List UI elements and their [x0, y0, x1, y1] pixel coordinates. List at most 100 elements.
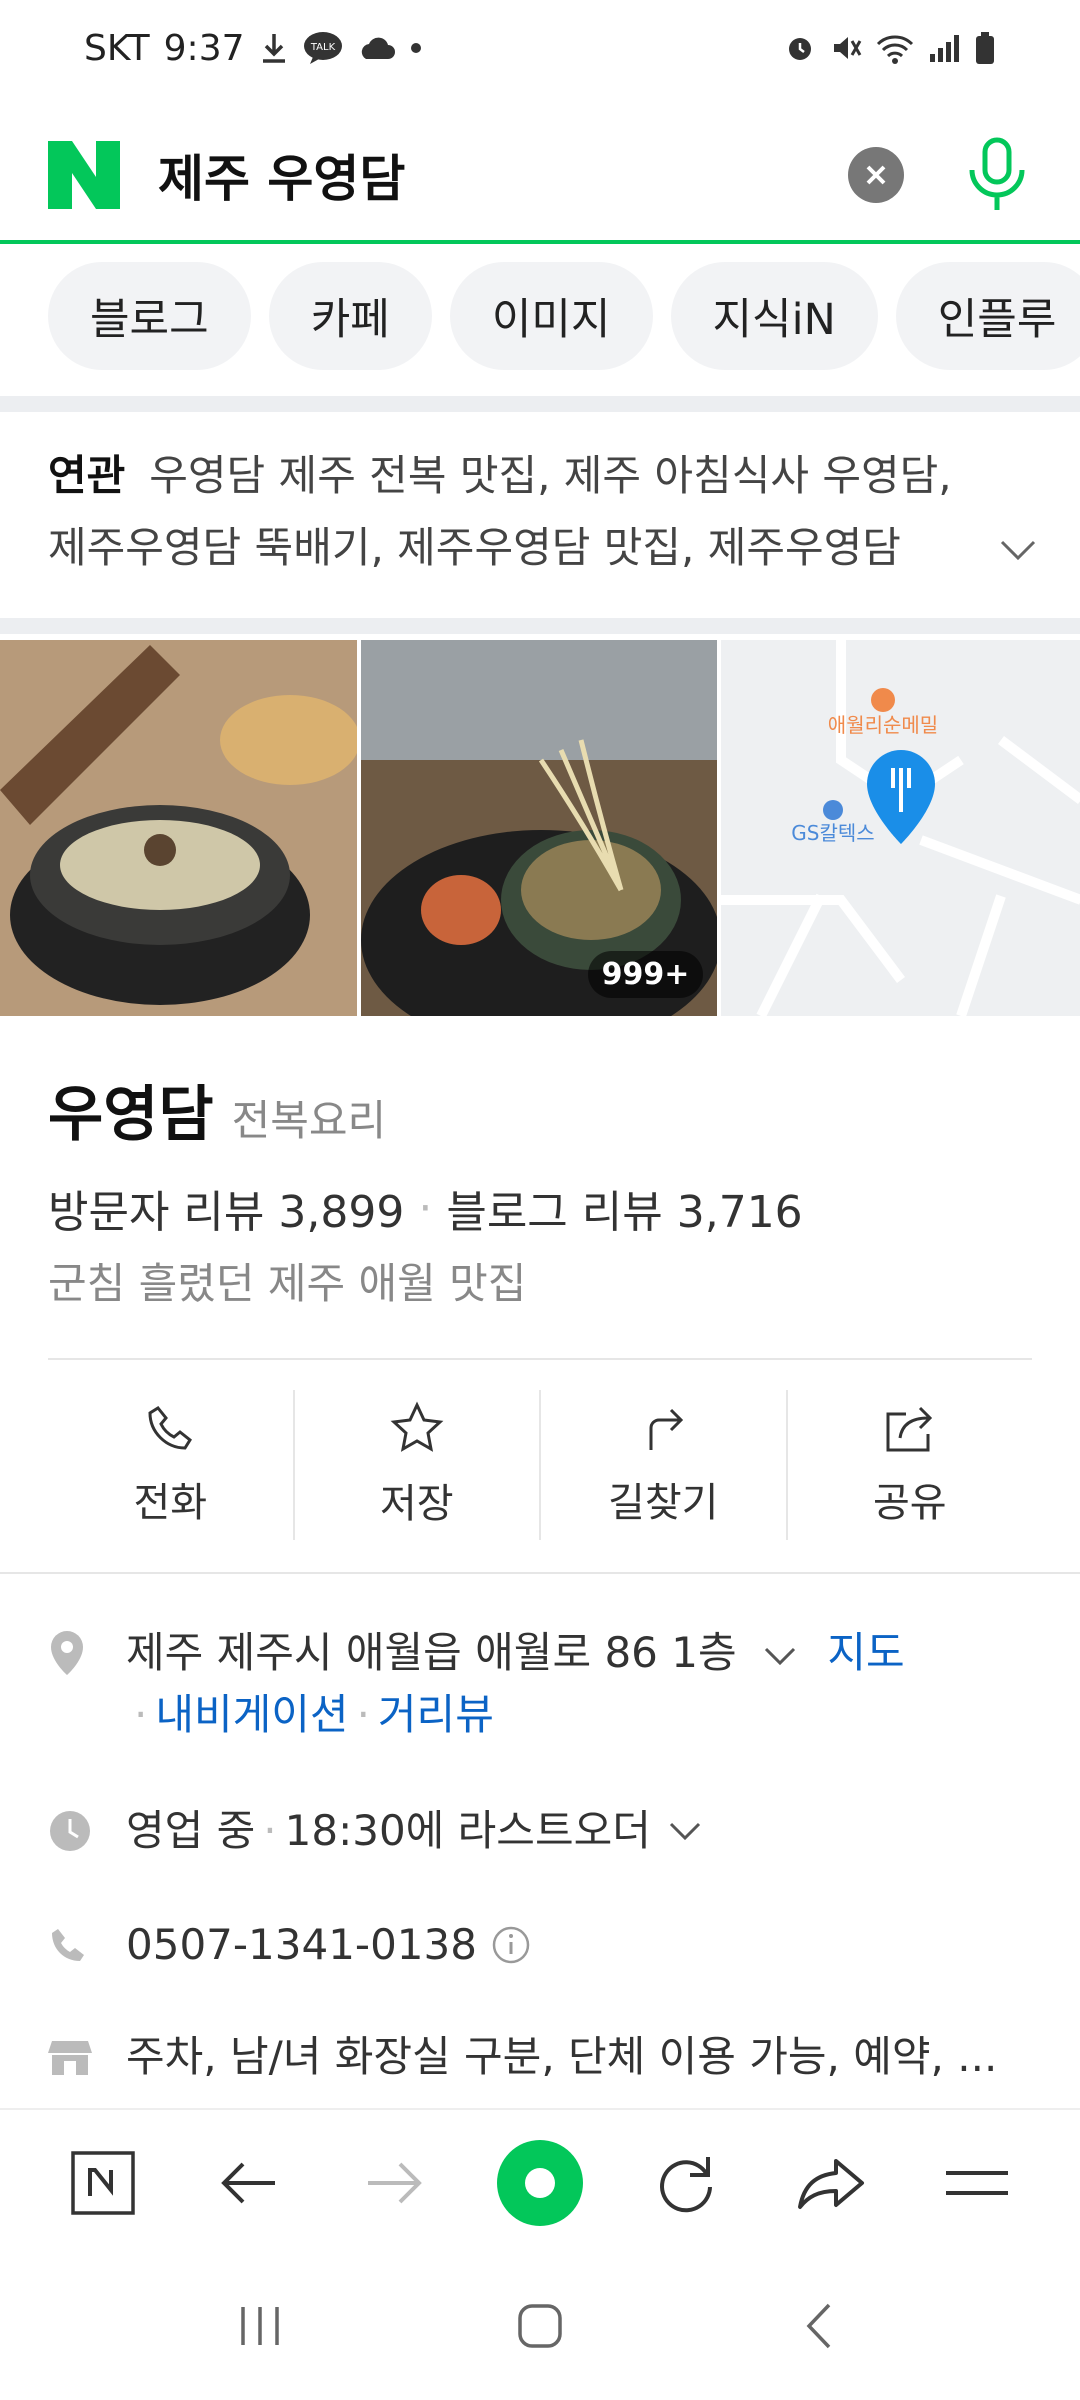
search-header: 제주 우영담 [0, 110, 1080, 244]
place-title: 우영담 전복요리 [48, 1066, 386, 1153]
visitor-reviews-link[interactable]: 방문자 리뷰 3,899 [48, 1176, 404, 1240]
menu-button[interactable] [932, 2138, 1022, 2228]
search-input[interactable]: 제주 우영담 [158, 139, 848, 211]
amenities-text: 주차, 남/녀 화장실 구분, 단체 이용 가능, 예약, ... [126, 2032, 998, 2081]
related-line-1[interactable]: 우영담 제주 전복 맛집, 제주 아침식사 우영담, [149, 451, 951, 500]
food-photo-1[interactable] [0, 640, 357, 1016]
related-label: 연관 [48, 451, 126, 500]
tab-knowledge-in[interactable]: 지식iN [670, 262, 878, 370]
naver-home-button[interactable] [58, 2138, 148, 2228]
related-searches: 연관 우영담 제주 전복 맛집, 제주 아침식사 우영담, 제주우영담 뚝배기, … [48, 440, 1038, 584]
food-photo-2[interactable]: 999+ [360, 640, 718, 1016]
share-button[interactable]: 공유 [788, 1390, 1033, 1540]
phone-icon [148, 1406, 193, 1450]
system-navigation-bar [0, 2256, 1080, 2400]
back-button[interactable] [204, 2138, 294, 2228]
chevron-down-icon [1000, 540, 1036, 561]
browser-toolbar [0, 2108, 1080, 2256]
hours-row[interactable]: 영업 중 · 18:30에 라스트오더 [48, 1800, 1038, 1862]
green-dot-button[interactable] [495, 2138, 585, 2228]
signal-icon [928, 32, 960, 64]
directions-label: 길찾기 [608, 1480, 719, 1526]
system-back-button[interactable] [795, 2301, 845, 2355]
photo-count-badge: 999+ [587, 951, 704, 998]
naver-logo[interactable] [48, 140, 120, 210]
turn-right-arrow-icon [649, 1408, 684, 1450]
save-label: 저장 [379, 1481, 454, 1527]
location-pin-icon [48, 1622, 98, 1684]
save-button[interactable]: 저장 [295, 1390, 541, 1540]
refresh-icon [659, 2157, 712, 2213]
naver-n-icon [71, 2151, 135, 2215]
clear-search-button[interactable] [848, 147, 904, 203]
kakaotalk-icon: TALK [303, 31, 343, 65]
info-icon[interactable] [491, 1925, 531, 1965]
place-category: 전복요리 [231, 1096, 387, 1145]
recent-apps-button[interactable] [235, 2301, 285, 2355]
call-label: 전화 [133, 1480, 208, 1526]
tab-images[interactable]: 이미지 [449, 262, 653, 370]
share-page-button[interactable] [786, 2138, 876, 2228]
hamburger-menu-icon [946, 2171, 1009, 2195]
recent-apps-icon [241, 2307, 279, 2345]
carrier-label: SKT [84, 27, 150, 69]
address-row: 제주 제주시 애월읍 애월로 86 1층 지도 · 내비게이션 · 거리뷰 [48, 1622, 1038, 1746]
amenities-row[interactable]: 주차, 남/녀 화장실 구분, 단체 이용 가능, 예약, ... [48, 2026, 1038, 2088]
svg-text:TALK: TALK [309, 42, 335, 53]
share-label: 공유 [872, 1480, 947, 1526]
navigation-link[interactable]: 내비게이션 [155, 1690, 348, 1739]
divider [0, 1572, 1080, 1574]
svg-text:애월리순메밀: 애월리순메밀 [828, 713, 938, 737]
voice-search-button[interactable] [962, 135, 1032, 215]
place-name[interactable]: 우영담 [48, 1066, 214, 1153]
tab-cafe[interactable]: 카페 [268, 262, 432, 370]
status-bar: SKT 9:37 TALK [0, 0, 1080, 96]
review-counts: 방문자 리뷰 3,899 · 블로그 리뷰 3,716 [48, 1176, 803, 1240]
star-icon [390, 1401, 444, 1452]
reload-button[interactable] [641, 2138, 731, 2228]
section-divider [0, 396, 1080, 412]
share-arrow-icon [798, 2159, 865, 2209]
address-text: 제주 제주시 애월읍 애월로 86 1층 [126, 1628, 737, 1677]
home-button[interactable] [515, 2301, 565, 2355]
store-icon [48, 2026, 98, 2088]
street-view-link[interactable]: 거리뷰 [378, 1690, 494, 1739]
tab-influencer[interactable]: 인플루 [895, 262, 1080, 370]
arrow-right-icon [368, 2162, 423, 2204]
separator-dot: · [134, 1690, 148, 1739]
section-divider [0, 618, 1080, 634]
tab-blog[interactable]: 블로그 [48, 262, 251, 370]
location-map[interactable]: 애월리순메밀 GS칼텍스 [721, 640, 1080, 1016]
forward-button[interactable] [349, 2138, 439, 2228]
svg-text:GS칼텍스: GS칼텍스 [792, 821, 875, 845]
clock-icon [48, 1800, 98, 1862]
green-dot-icon [496, 2140, 583, 2226]
chevron-down-icon[interactable] [667, 1820, 703, 1842]
dot-icon [409, 41, 423, 55]
expand-related-button[interactable] [998, 512, 1038, 584]
divider [48, 1358, 1032, 1360]
chevron-down-icon[interactable] [762, 1645, 798, 1667]
download-icon [259, 31, 289, 65]
alarm-icon [784, 32, 816, 64]
mute-icon [830, 32, 862, 64]
open-status: 영업 중 [126, 1806, 256, 1855]
separator-dot: · [356, 1690, 370, 1739]
directions-button[interactable]: 길찾기 [541, 1390, 788, 1540]
map-link[interactable]: 지도 [827, 1628, 904, 1677]
clock: 9:37 [163, 27, 245, 69]
place-tagline: 군침 흘렸던 제주 애월 맛집 [48, 1259, 527, 1308]
search-category-tabs: 블로그 카페 이미지 지식iN 인플루 [0, 262, 1080, 380]
phone-number[interactable]: 0507-1341-0138 [126, 1914, 477, 1976]
separator-dot: · [263, 1806, 277, 1855]
microphone-icon [969, 137, 1025, 210]
close-icon [866, 165, 886, 185]
place-image-strip: 999+ 애월리순메밀 GS칼텍스 [0, 640, 1080, 1016]
related-line-2[interactable]: 제주우영담 뚝배기, 제주우영담 맛집, 제주우영담 [48, 512, 948, 584]
call-button[interactable]: 전화 [48, 1390, 295, 1540]
blog-reviews-link[interactable]: 블로그 리뷰 3,716 [446, 1176, 802, 1240]
phone-row: 0507-1341-0138 [48, 1914, 1038, 1976]
arrow-left-icon [220, 2162, 275, 2204]
share-icon [886, 1406, 932, 1452]
phone-icon [48, 1914, 98, 1976]
